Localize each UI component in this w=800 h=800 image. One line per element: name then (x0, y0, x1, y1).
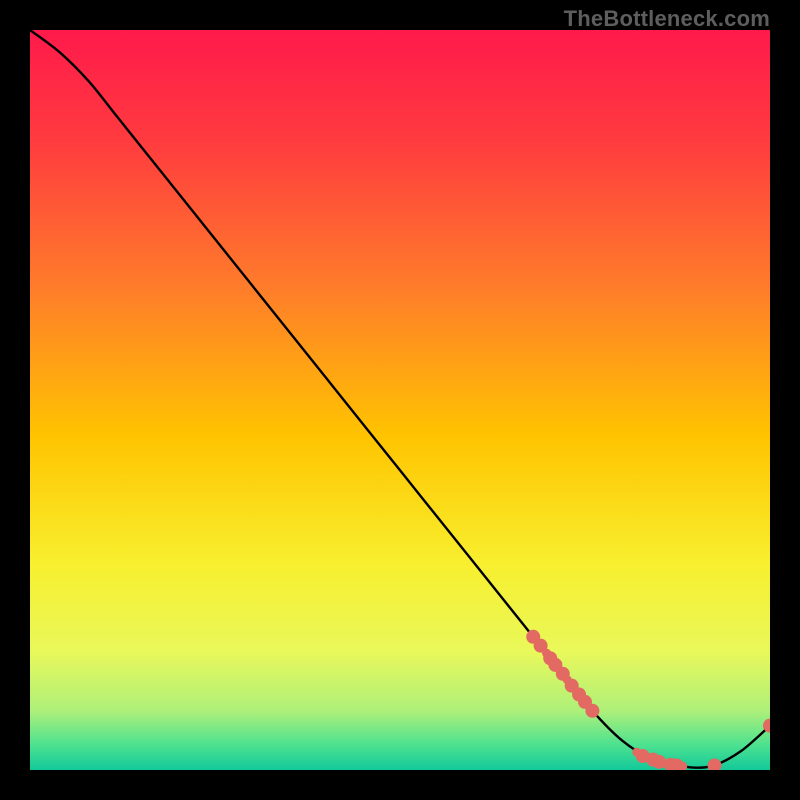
highlight-point (585, 704, 599, 718)
chart-stage: TheBottleneck.com (0, 0, 800, 800)
gradient-background (30, 30, 770, 770)
chart-svg (30, 30, 770, 770)
plot-area (30, 30, 770, 770)
watermark-text: TheBottleneck.com (564, 6, 770, 32)
